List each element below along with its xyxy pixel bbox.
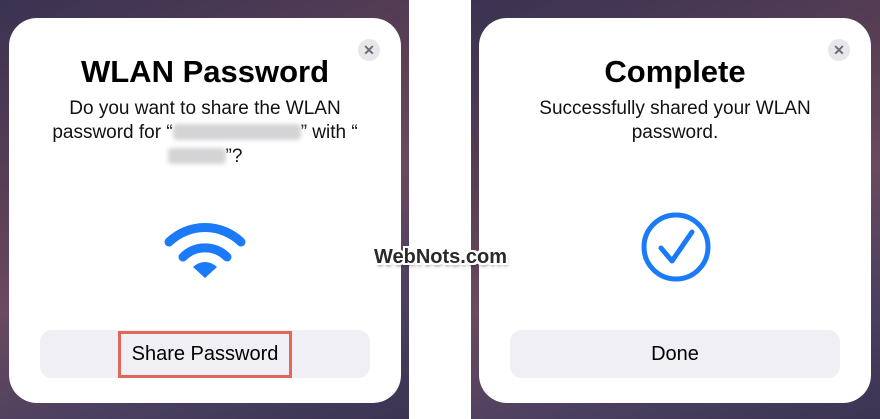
done-button[interactable]: Done xyxy=(510,330,840,378)
dialog-message: Do you want to share the WLAN password f… xyxy=(39,97,371,169)
share-password-button[interactable]: Share Password xyxy=(40,330,370,378)
divider xyxy=(409,0,471,419)
dialog-message: Successfully shared your WLAN password. xyxy=(539,98,811,143)
dialog-title: WLAN Password xyxy=(80,54,330,89)
message-text: ”? xyxy=(225,146,243,167)
watermark: WebNots.com xyxy=(374,246,507,268)
highlight-box: Share Password xyxy=(117,330,293,378)
checkmark-circle-icon xyxy=(641,212,711,282)
redacted-network-name xyxy=(172,124,301,140)
complete-panel: ✕ Complete Successfully shared your WLAN… xyxy=(471,0,880,419)
redacted-device-name xyxy=(167,148,226,164)
wifi-icon xyxy=(164,223,246,278)
share-panel: ✕ WLAN Password Do you want to share the… xyxy=(0,0,409,419)
complete-dialog: ✕ Complete Successfully shared your WLAN… xyxy=(479,18,871,403)
share-password-label: Share Password xyxy=(131,342,279,365)
message-text: ” with “ xyxy=(300,122,358,143)
share-password-dialog: ✕ WLAN Password Do you want to share the… xyxy=(9,18,401,403)
done-label: Done xyxy=(651,342,699,365)
dialog-title: Complete xyxy=(604,54,746,89)
